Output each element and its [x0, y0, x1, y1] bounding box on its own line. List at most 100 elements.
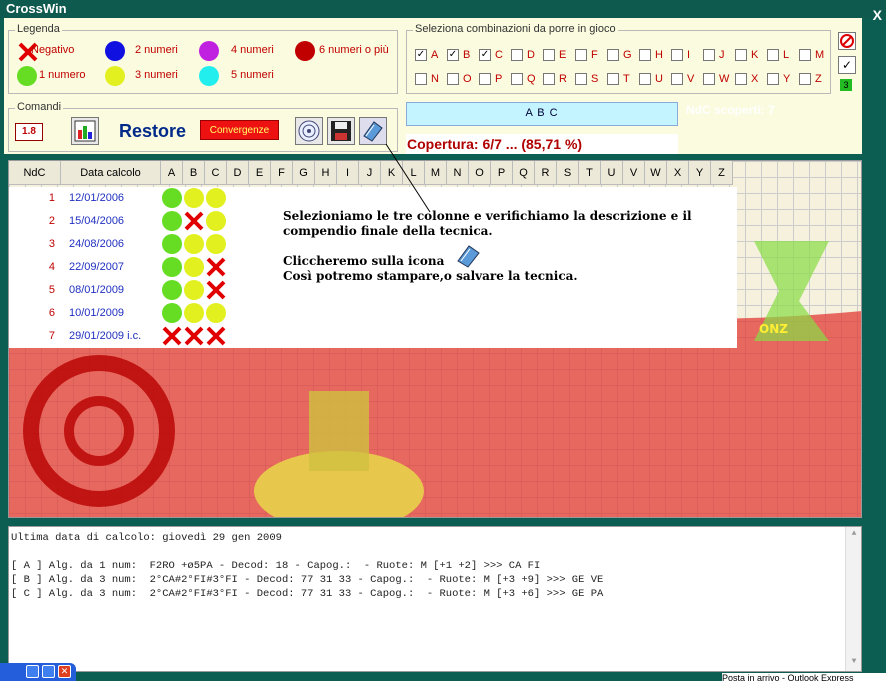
combo-checkbox-V[interactable]: V [671, 73, 703, 87]
combo-checkbox-P[interactable]: P [479, 73, 511, 87]
checkbox[interactable]: ✓ [415, 49, 427, 61]
log-line: [ C ] Alg. da 3 num: 2°CA#2°FI#3°FI - De… [11, 588, 604, 600]
checkbox[interactable] [671, 73, 683, 85]
checkbox[interactable] [799, 49, 811, 61]
checkbox[interactable] [703, 73, 715, 85]
header-col-C[interactable]: C [205, 161, 227, 185]
checkbox[interactable] [415, 73, 427, 85]
combo-checkbox-M[interactable]: M [799, 49, 831, 63]
checkbox[interactable] [767, 73, 779, 85]
checkbox[interactable] [703, 49, 715, 61]
header-col-E[interactable]: E [249, 161, 271, 185]
checkbox[interactable] [671, 49, 683, 61]
header-col-H[interactable]: H [315, 161, 337, 185]
combo-checkbox-Y[interactable]: Y [767, 73, 799, 87]
combo-checkbox-F[interactable]: F [575, 49, 607, 63]
combo-checkbox-K[interactable]: K [735, 49, 767, 63]
combo-checkbox-T[interactable]: T [607, 73, 639, 87]
header-col-S[interactable]: S [557, 161, 579, 185]
combo-checkbox-L[interactable]: L [767, 49, 799, 63]
checkbox-label: E [559, 49, 567, 61]
combo-checkbox-W[interactable]: W [703, 73, 735, 87]
technique-log[interactable]: Ultima data di calcolo: giovedì 29 gen 2… [8, 526, 862, 672]
checkbox[interactable] [767, 49, 779, 61]
taskbar-minimized-window[interactable]: ✕ [0, 663, 76, 681]
header-col-R[interactable]: R [535, 161, 557, 185]
combo-checkbox-U[interactable]: U [639, 73, 671, 87]
header-col-I[interactable]: I [337, 161, 359, 185]
header-col-T[interactable]: T [579, 161, 601, 185]
header-col-J[interactable]: J [359, 161, 381, 185]
checkbox[interactable] [735, 73, 747, 85]
header-col-Z[interactable]: Z [711, 161, 733, 185]
checkbox[interactable] [511, 49, 523, 61]
close-button[interactable]: X [873, 7, 882, 23]
checkbox[interactable] [575, 73, 587, 85]
header-col-D[interactable]: D [227, 161, 249, 185]
restore-button[interactable]: Restore [119, 121, 186, 142]
header-col-V[interactable]: V [623, 161, 645, 185]
copertura-label: Copertura: 6/7 ... (85,71 %) [406, 134, 678, 154]
combo-checkbox-B[interactable]: ✓ B [447, 49, 479, 63]
checkbox[interactable]: ✓ [479, 49, 491, 61]
header-col-W[interactable]: W [645, 161, 667, 185]
header-col-O[interactable]: O [469, 161, 491, 185]
scroll-down-arrow[interactable]: ▼ [848, 657, 860, 669]
header-col-N[interactable]: N [447, 161, 469, 185]
combo-checkbox-H[interactable]: H [639, 49, 671, 63]
header-col-F[interactable]: F [271, 161, 293, 185]
combo-checkbox-E[interactable]: E [543, 49, 575, 63]
header-col-Y[interactable]: Y [689, 161, 711, 185]
header-col-G[interactable]: G [293, 161, 315, 185]
combo-checkbox-O[interactable]: O [447, 73, 479, 87]
combo-checkbox-R[interactable]: R [543, 73, 575, 87]
checkbox[interactable] [799, 73, 811, 85]
combo-checkbox-J[interactable]: J [703, 49, 735, 63]
target-icon[interactable] [295, 117, 323, 145]
restore-icon[interactable] [26, 665, 39, 678]
combo-checkbox-A[interactable]: ✓ A [415, 49, 447, 63]
convergenze-button[interactable]: Convergenze [200, 120, 279, 140]
value-box[interactable]: 1.8 [15, 123, 43, 141]
title-bar: CrossWin X [0, 0, 886, 23]
checkbox[interactable]: ✓ [447, 49, 459, 61]
header-col-Q[interactable]: Q [513, 161, 535, 185]
close-icon[interactable]: ✕ [58, 665, 71, 678]
checkbox[interactable] [479, 73, 491, 85]
scroll-up-arrow[interactable]: ▲ [848, 529, 860, 541]
header-ndc[interactable]: NdC [9, 161, 61, 185]
check-all-icon[interactable]: ✓ [838, 56, 856, 74]
combo-checkbox-G[interactable]: G [607, 49, 639, 63]
header-date[interactable]: Data calcolo [61, 161, 161, 185]
combo-checkbox-S[interactable]: S [575, 73, 607, 87]
combo-checkbox-C[interactable]: ✓ C [479, 49, 511, 63]
header-col-X[interactable]: X [667, 161, 689, 185]
checkbox[interactable] [511, 73, 523, 85]
negative-cross-icon [206, 280, 226, 300]
checkbox[interactable] [607, 73, 619, 85]
combo-checkbox-N[interactable]: N [415, 73, 447, 87]
checkbox[interactable] [639, 73, 651, 85]
checkbox[interactable] [543, 49, 555, 61]
combo-checkbox-Z[interactable]: Z [799, 73, 831, 87]
checkbox[interactable] [735, 49, 747, 61]
save-disk-icon[interactable] [327, 117, 355, 145]
ndc-cell: 4 [48, 261, 55, 273]
maximize-icon[interactable] [42, 665, 55, 678]
header-col-P[interactable]: P [491, 161, 513, 185]
checkbox[interactable] [639, 49, 651, 61]
log-scrollbar[interactable]: ▲ ▼ [845, 527, 861, 671]
no-entry-icon[interactable] [838, 32, 856, 50]
checkbox[interactable] [575, 49, 587, 61]
header-col-U[interactable]: U [601, 161, 623, 185]
combo-checkbox-Q[interactable]: Q [511, 73, 543, 87]
header-col-A[interactable]: A [161, 161, 183, 185]
checkbox[interactable] [543, 73, 555, 85]
combo-checkbox-X[interactable]: X [735, 73, 767, 87]
combo-checkbox-D[interactable]: D [511, 49, 543, 63]
combo-checkbox-I[interactable]: I [671, 49, 703, 63]
header-col-B[interactable]: B [183, 161, 205, 185]
checkbox[interactable] [607, 49, 619, 61]
chart-icon[interactable] [71, 117, 99, 145]
checkbox[interactable] [447, 73, 459, 85]
